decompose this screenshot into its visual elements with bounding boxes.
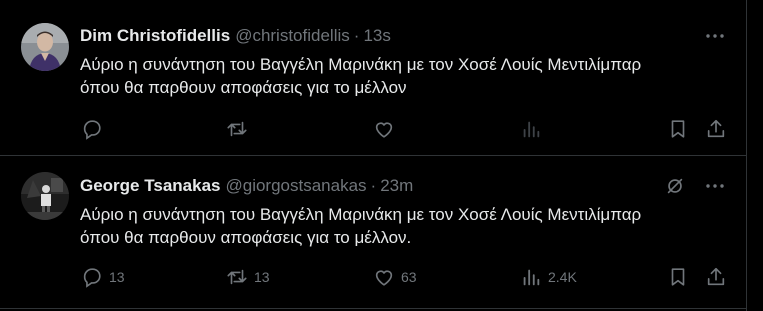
views-button[interactable] (520, 118, 542, 140)
author-name[interactable]: George Tsanakas (80, 176, 220, 196)
reply-button[interactable]: 13 (81, 266, 125, 288)
tweet-text: Αύριο η συνάντηση του Βαγγέλη Μαρινάκη μ… (80, 203, 730, 249)
tweet-divider (0, 308, 746, 309)
timestamp[interactable]: 23m (380, 176, 413, 196)
timeline-right-border (746, 0, 747, 311)
retweet-icon (227, 269, 247, 285)
tweet-text-line: Αύριο η συνάντηση του Βαγγέλη Μαρινάκη μ… (80, 205, 642, 224)
bookmark-icon (671, 120, 685, 138)
like-button[interactable] (373, 118, 395, 140)
share-icon (707, 267, 725, 286)
views-count: 2.4K (548, 269, 577, 285)
reply-count: 13 (109, 269, 125, 285)
tweet-header: Dim Christofidellis @christofidellis · 1… (80, 25, 726, 47)
more-icon[interactable] (705, 26, 725, 46)
retweet-button[interactable] (226, 118, 248, 140)
share-button[interactable] (705, 118, 727, 140)
like-icon (375, 122, 393, 138)
views-icon (523, 269, 540, 286)
like-count: 63 (401, 269, 417, 285)
author-handle[interactable]: @christofidellis (235, 26, 350, 46)
tweet-header: George Tsanakas @giorgostsanakas · 23m (80, 175, 726, 197)
tweet[interactable]: George Tsanakas @giorgostsanakas · 23m Α… (0, 156, 746, 308)
separator-dot: · (353, 26, 360, 45)
tweet-text-line: όπου θα παρθουν αποφάσεις για το μέλλον (80, 78, 407, 97)
reply-button[interactable] (81, 118, 103, 140)
author-name[interactable]: Dim Christofidellis (80, 26, 230, 46)
views-button[interactable]: 2.4K (520, 266, 577, 288)
bookmark-button[interactable] (667, 118, 689, 140)
tweet-text-line: Αύριο η συνάντηση του Βαγγέλη Μαρινάκη μ… (80, 55, 642, 74)
timestamp[interactable]: 13s (363, 26, 390, 46)
share-icon (707, 119, 725, 138)
bookmark-button[interactable] (667, 266, 689, 288)
author-handle[interactable]: @giorgostsanakas (225, 176, 366, 196)
tweet-text-line: όπου θα παρθουν αποφάσεις για το μέλλον. (80, 228, 412, 247)
share-button[interactable] (705, 266, 727, 288)
views-icon (523, 121, 540, 138)
grok-icon[interactable] (664, 175, 686, 197)
like-button[interactable]: 63 (373, 266, 417, 288)
more-icon[interactable] (705, 176, 725, 196)
reply-icon (83, 120, 101, 140)
tweet[interactable]: Dim Christofidellis @christofidellis · 1… (0, 0, 746, 155)
avatar[interactable] (21, 172, 69, 220)
tweet-text: Αύριο η συνάντηση του Βαγγέλη Μαρινάκη μ… (80, 53, 730, 99)
reply-icon (83, 268, 101, 288)
separator-dot: · (370, 176, 377, 195)
retweet-button[interactable]: 13 (226, 266, 270, 288)
bookmark-icon (671, 268, 685, 286)
retweet-count: 13 (254, 269, 270, 285)
avatar[interactable] (21, 23, 69, 71)
like-icon (375, 270, 393, 286)
retweet-icon (227, 121, 247, 137)
